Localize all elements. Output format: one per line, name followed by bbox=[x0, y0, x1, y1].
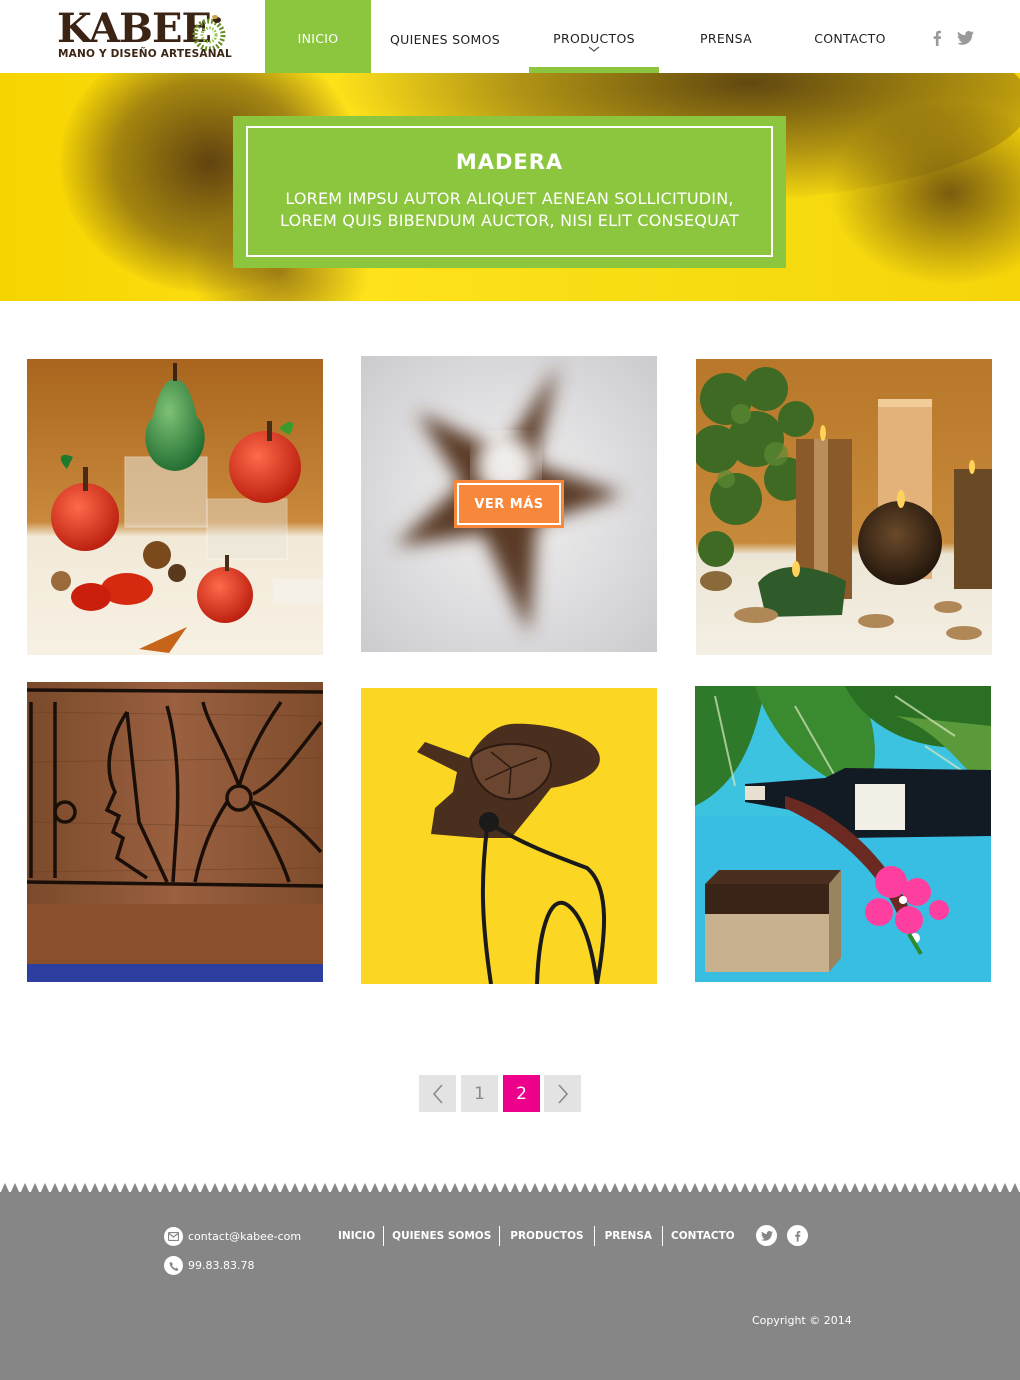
carved-wood-face-photo bbox=[27, 682, 323, 982]
footer-nav: INICIO QUIENES SOMOS PRODUCTOS PRENSA CO… bbox=[330, 1226, 743, 1246]
site-footer bbox=[0, 1180, 1020, 1380]
wooden-candles-photo bbox=[696, 359, 992, 655]
footer-zigzag-edge bbox=[0, 1183, 1020, 1194]
footer-email-text: contact@kabee-com bbox=[188, 1230, 302, 1243]
hero-caption-frame: MADERA LOREM IMPSU AUTOR ALIQUET AENEAN … bbox=[246, 126, 773, 257]
facebook-icon[interactable] bbox=[932, 30, 942, 46]
nav-item-contacto[interactable]: CONTACTO bbox=[785, 0, 915, 73]
footer-facebook-icon[interactable] bbox=[787, 1225, 808, 1246]
copyright-text: Copyright © 2014 bbox=[752, 1314, 852, 1327]
twitter-icon bbox=[760, 1230, 773, 1241]
gallery-item-star[interactable]: VER MÁS bbox=[361, 356, 657, 652]
nav-item-prensa[interactable]: PRENSA bbox=[661, 0, 791, 73]
hero-caption-box: MADERA LOREM IMPSU AUTOR ALIQUET AENEAN … bbox=[233, 116, 786, 268]
wooden-apples-photo bbox=[27, 359, 323, 655]
logo-bee-icon bbox=[192, 15, 226, 51]
footer-background bbox=[0, 1192, 1020, 1380]
email-icon bbox=[164, 1227, 183, 1246]
footer-nav-contacto[interactable]: CONTACTO bbox=[663, 1230, 743, 1242]
hero-text-line-1: LOREM IMPSU AUTOR ALIQUET AENEAN SOLLICI… bbox=[285, 189, 734, 208]
twitter-icon[interactable] bbox=[957, 30, 974, 46]
footer-phone-text: 99.83.83.78 bbox=[188, 1259, 255, 1272]
footer-nav-prensa[interactable]: PRENSA bbox=[595, 1230, 662, 1242]
pagination-next-button[interactable] bbox=[544, 1075, 581, 1112]
gallery-item-turtle[interactable] bbox=[361, 688, 657, 984]
footer-nav-inicio[interactable]: INICIO bbox=[330, 1230, 383, 1242]
chevron-right-icon bbox=[557, 1083, 568, 1104]
site-header: KABEE MANO Y DISEÑO ARTESANAL INICIO QUI… bbox=[0, 0, 1020, 73]
hero-banner: MADERA LOREM IMPSU AUTOR ALIQUET AENEAN … bbox=[0, 73, 1020, 301]
hero-text: LOREM IMPSU AUTOR ALIQUET AENEAN SOLLICI… bbox=[248, 188, 771, 232]
gallery-item-candles[interactable] bbox=[696, 359, 992, 655]
nav-item-quienes-somos[interactable]: QUIENES SOMOS bbox=[371, 0, 519, 73]
nav-item-inicio[interactable]: INICIO bbox=[265, 0, 371, 73]
chevron-left-icon bbox=[432, 1083, 443, 1104]
pagination-page-2[interactable]: 2 bbox=[503, 1075, 540, 1112]
footer-nav-quienes-somos[interactable]: QUIENES SOMOS bbox=[384, 1230, 499, 1242]
logo-tagline: MANO Y DISEÑO ARTESANAL bbox=[58, 48, 232, 60]
hero-title: MADERA bbox=[455, 150, 564, 174]
logo[interactable]: KABEE MANO Y DISEÑO ARTESANAL bbox=[57, 6, 237, 66]
gallery-item-carving[interactable] bbox=[27, 682, 323, 982]
footer-email[interactable]: contact@kabee-com bbox=[164, 1227, 301, 1246]
ver-mas-button[interactable]: VER MÁS bbox=[454, 480, 564, 528]
footer-phone[interactable]: 99.83.83.78 bbox=[164, 1256, 254, 1275]
hero-text-line-2: LOREM QUIS BIBENDUM AUCTOR, NISI ELIT CO… bbox=[280, 211, 739, 230]
logo-wordmark: KABEE bbox=[57, 5, 212, 52]
gallery-item-wine[interactable] bbox=[695, 686, 991, 982]
footer-twitter-icon[interactable] bbox=[756, 1225, 777, 1246]
phone-icon bbox=[164, 1256, 183, 1275]
footer-nav-productos[interactable]: PRODUCTOS bbox=[500, 1230, 593, 1242]
chevron-down-icon bbox=[588, 46, 600, 52]
wooden-turtle-pendant-photo bbox=[361, 688, 657, 984]
wine-bottle-holder-photo bbox=[695, 686, 991, 982]
pagination-page-1[interactable]: 1 bbox=[461, 1075, 498, 1112]
gallery-item-apples[interactable] bbox=[27, 359, 323, 655]
nav-item-productos[interactable]: PRODUCTOS bbox=[529, 0, 659, 73]
facebook-icon bbox=[795, 1230, 801, 1242]
pagination-prev-button[interactable] bbox=[419, 1075, 456, 1112]
